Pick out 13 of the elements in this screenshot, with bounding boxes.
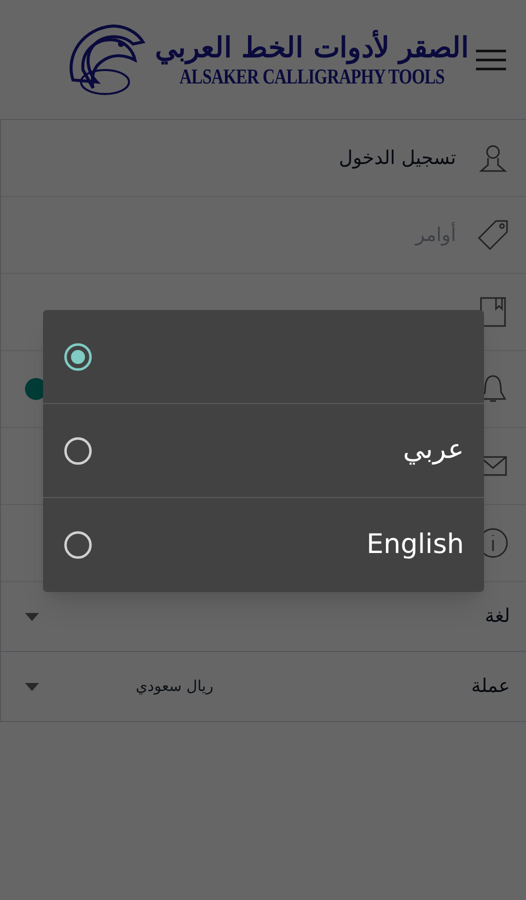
tag-icon	[476, 218, 510, 252]
dropdown-caret-icon	[25, 682, 39, 690]
dropdown-caret-icon	[25, 612, 39, 620]
logo-arabic-text: الصقر لأدوات الخط العربي	[154, 30, 470, 64]
language-option[interactable]: عربي	[43, 404, 484, 498]
menu-icon[interactable]	[476, 48, 506, 70]
select-label: لغة	[484, 604, 510, 630]
menu-item-label: تسجيل الدخول	[338, 146, 456, 171]
menu-item[interactable]: تسجيل الدخول	[1, 120, 526, 197]
select-label: عملة	[470, 674, 510, 700]
select-row[interactable]: عملة ريال سعودي	[1, 652, 526, 722]
logo-text: ALSAKER CALLIGRAPHY TOOLS	[180, 64, 444, 90]
select-value: ريال سعودي	[136, 676, 214, 698]
